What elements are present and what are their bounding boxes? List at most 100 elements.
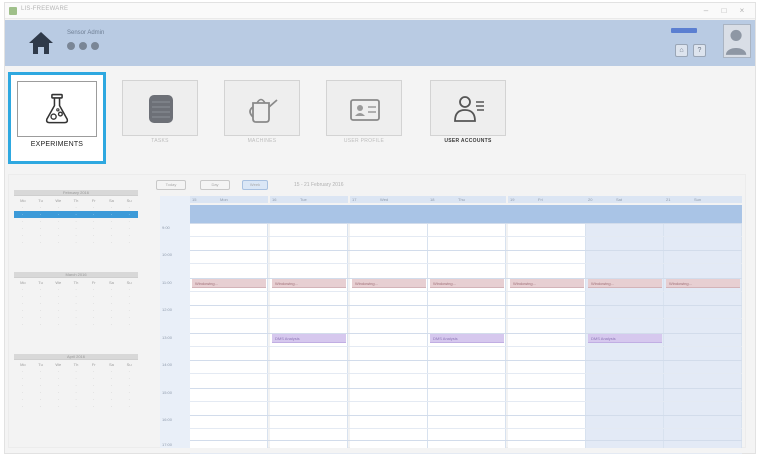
mini-calendar-day[interactable]: ·: [120, 218, 138, 225]
mini-calendar-day[interactable]: ·: [32, 218, 50, 225]
mini-calendar-day[interactable]: ·: [67, 382, 85, 389]
today-button[interactable]: Today: [156, 180, 186, 190]
appointment[interactable]: DMS Analysis: [430, 334, 504, 343]
mini-calendar-day[interactable]: ·: [32, 232, 50, 239]
mini-calendar-day[interactable]: ·: [49, 218, 67, 225]
mini-calendar-day[interactable]: ·: [49, 375, 67, 382]
mini-calendar-day[interactable]: ·: [120, 286, 138, 293]
mini-calendar-day[interactable]: ·: [49, 225, 67, 232]
mini-calendar-day[interactable]: ·: [14, 293, 32, 300]
minimize-button[interactable]: –: [699, 5, 713, 16]
mini-calendar-day[interactable]: ·: [103, 307, 121, 314]
mini-calendar-day[interactable]: ·: [49, 232, 67, 239]
mini-calendar-day[interactable]: ·: [14, 396, 32, 403]
mini-calendar-day[interactable]: ·: [120, 368, 138, 375]
mini-calendar-day[interactable]: ·: [120, 232, 138, 239]
appointment[interactable]: DMS Analysis: [272, 334, 346, 343]
mini-calendar-day[interactable]: ·: [103, 204, 121, 211]
mini-calendar-day[interactable]: ·: [85, 307, 103, 314]
mini-calendar-day[interactable]: ·: [120, 382, 138, 389]
mini-calendar-day[interactable]: ·: [32, 225, 50, 232]
mini-calendar-day[interactable]: ·: [120, 375, 138, 382]
mini-calendar-day[interactable]: ·: [49, 204, 67, 211]
mini-calendar-day[interactable]: ·: [103, 293, 121, 300]
mini-calendar-day[interactable]: ·: [49, 382, 67, 389]
mini-calendar-day[interactable]: ·: [103, 286, 121, 293]
day-header[interactable]: 16 Tue: [270, 196, 348, 203]
mini-calendar-day[interactable]: ·: [85, 204, 103, 211]
mini-calendar-day[interactable]: ·: [67, 211, 85, 218]
appointment[interactable]: DMS Analysis: [588, 334, 662, 343]
mini-calendar-day[interactable]: ·: [85, 375, 103, 382]
mini-calendar-day[interactable]: ·: [14, 232, 32, 239]
tasks-tile[interactable]: [122, 80, 198, 136]
experiments-tile[interactable]: [17, 81, 97, 137]
mini-calendar-day[interactable]: ·: [120, 239, 138, 246]
user-profile-tile[interactable]: [326, 80, 402, 136]
day-header[interactable]: 19 Fri: [508, 196, 586, 203]
mini-calendar-day[interactable]: ·: [14, 211, 32, 218]
mini-calendar-day[interactable]: ·: [14, 218, 32, 225]
close-button[interactable]: ×: [735, 5, 749, 16]
mini-calendar-day[interactable]: ·: [14, 375, 32, 382]
mini-calendar-day[interactable]: ·: [32, 321, 50, 328]
mini-calendar-day[interactable]: ·: [120, 204, 138, 211]
mini-calendar-day[interactable]: ·: [67, 204, 85, 211]
mini-calendar-day[interactable]: ·: [103, 403, 121, 410]
machines-tile[interactable]: [224, 80, 300, 136]
user-icon[interactable]: [67, 42, 75, 50]
mini-calendar-day[interactable]: ·: [103, 368, 121, 375]
mini-calendar-day[interactable]: ·: [67, 218, 85, 225]
mini-calendar-day[interactable]: ·: [120, 389, 138, 396]
mini-calendar-day[interactable]: ·: [120, 307, 138, 314]
mini-calendar-day[interactable]: ·: [32, 293, 50, 300]
mini-calendar-day[interactable]: ·: [32, 368, 50, 375]
day-header[interactable]: 21 Sun: [664, 196, 742, 203]
user-link[interactable]: [671, 28, 697, 33]
mini-calendar-day[interactable]: ·: [103, 225, 121, 232]
mini-calendar-day[interactable]: ·: [14, 204, 32, 211]
mini-calendar-day[interactable]: ·: [49, 314, 67, 321]
mini-calendar-day[interactable]: ·: [49, 321, 67, 328]
experiments-module-selected[interactable]: EXPERIMENTS: [8, 72, 106, 164]
help-icon[interactable]: ?: [693, 44, 706, 57]
mini-calendar-day[interactable]: ·: [120, 211, 138, 218]
mini-calendar-day[interactable]: ·: [103, 375, 121, 382]
mini-calendar-day[interactable]: ·: [32, 300, 50, 307]
mini-calendar-day[interactable]: ·: [85, 403, 103, 410]
day-header[interactable]: 17 Wed: [350, 196, 428, 203]
mini-calendar-day[interactable]: ·: [49, 403, 67, 410]
mini-calendar-day[interactable]: ·: [31, 211, 50, 218]
mini-calendar-day[interactable]: ·: [14, 382, 32, 389]
mini-calendar-day[interactable]: ·: [32, 375, 50, 382]
mini-calendar-day[interactable]: ·: [103, 389, 121, 396]
mini-calendar-day[interactable]: ·: [85, 396, 103, 403]
appointment[interactable]: Windowing...: [192, 279, 266, 288]
mini-calendar-day[interactable]: ·: [32, 314, 50, 321]
day-header[interactable]: 20 Sat: [586, 196, 664, 203]
mini-calendar-day[interactable]: ·: [32, 382, 50, 389]
mini-calendar-day[interactable]: ·: [120, 403, 138, 410]
mini-calendar-day[interactable]: ·: [49, 300, 67, 307]
mini-calendar-day[interactable]: ·: [103, 382, 121, 389]
user-accounts-tile[interactable]: [430, 80, 506, 136]
mini-calendar-day[interactable]: ·: [32, 403, 50, 410]
mini-calendar-day[interactable]: ·: [120, 225, 138, 232]
all-day-row[interactable]: [190, 205, 742, 223]
power-icon[interactable]: [91, 42, 99, 50]
mini-calendar-day[interactable]: ·: [85, 300, 103, 307]
mini-calendar-day[interactable]: ·: [120, 396, 138, 403]
mini-calendar-day[interactable]: ·: [32, 239, 50, 246]
mini-calendar-day[interactable]: ·: [103, 314, 121, 321]
mini-calendar-day[interactable]: ·: [14, 314, 32, 321]
mini-calendar-day[interactable]: ·: [67, 396, 85, 403]
mini-calendar-day[interactable]: ·: [103, 218, 121, 225]
mini-calendar-day[interactable]: ·: [67, 293, 85, 300]
appointment[interactable]: Windowing...: [352, 279, 426, 288]
mini-calendar-day[interactable]: ·: [67, 368, 85, 375]
mini-calendar-day[interactable]: ·: [14, 286, 32, 293]
mini-calendar-day[interactable]: ·: [14, 403, 32, 410]
day-view-button[interactable]: Day: [200, 180, 230, 190]
mini-calendar-day[interactable]: ·: [102, 211, 121, 218]
appointment[interactable]: Windowing...: [430, 279, 504, 288]
